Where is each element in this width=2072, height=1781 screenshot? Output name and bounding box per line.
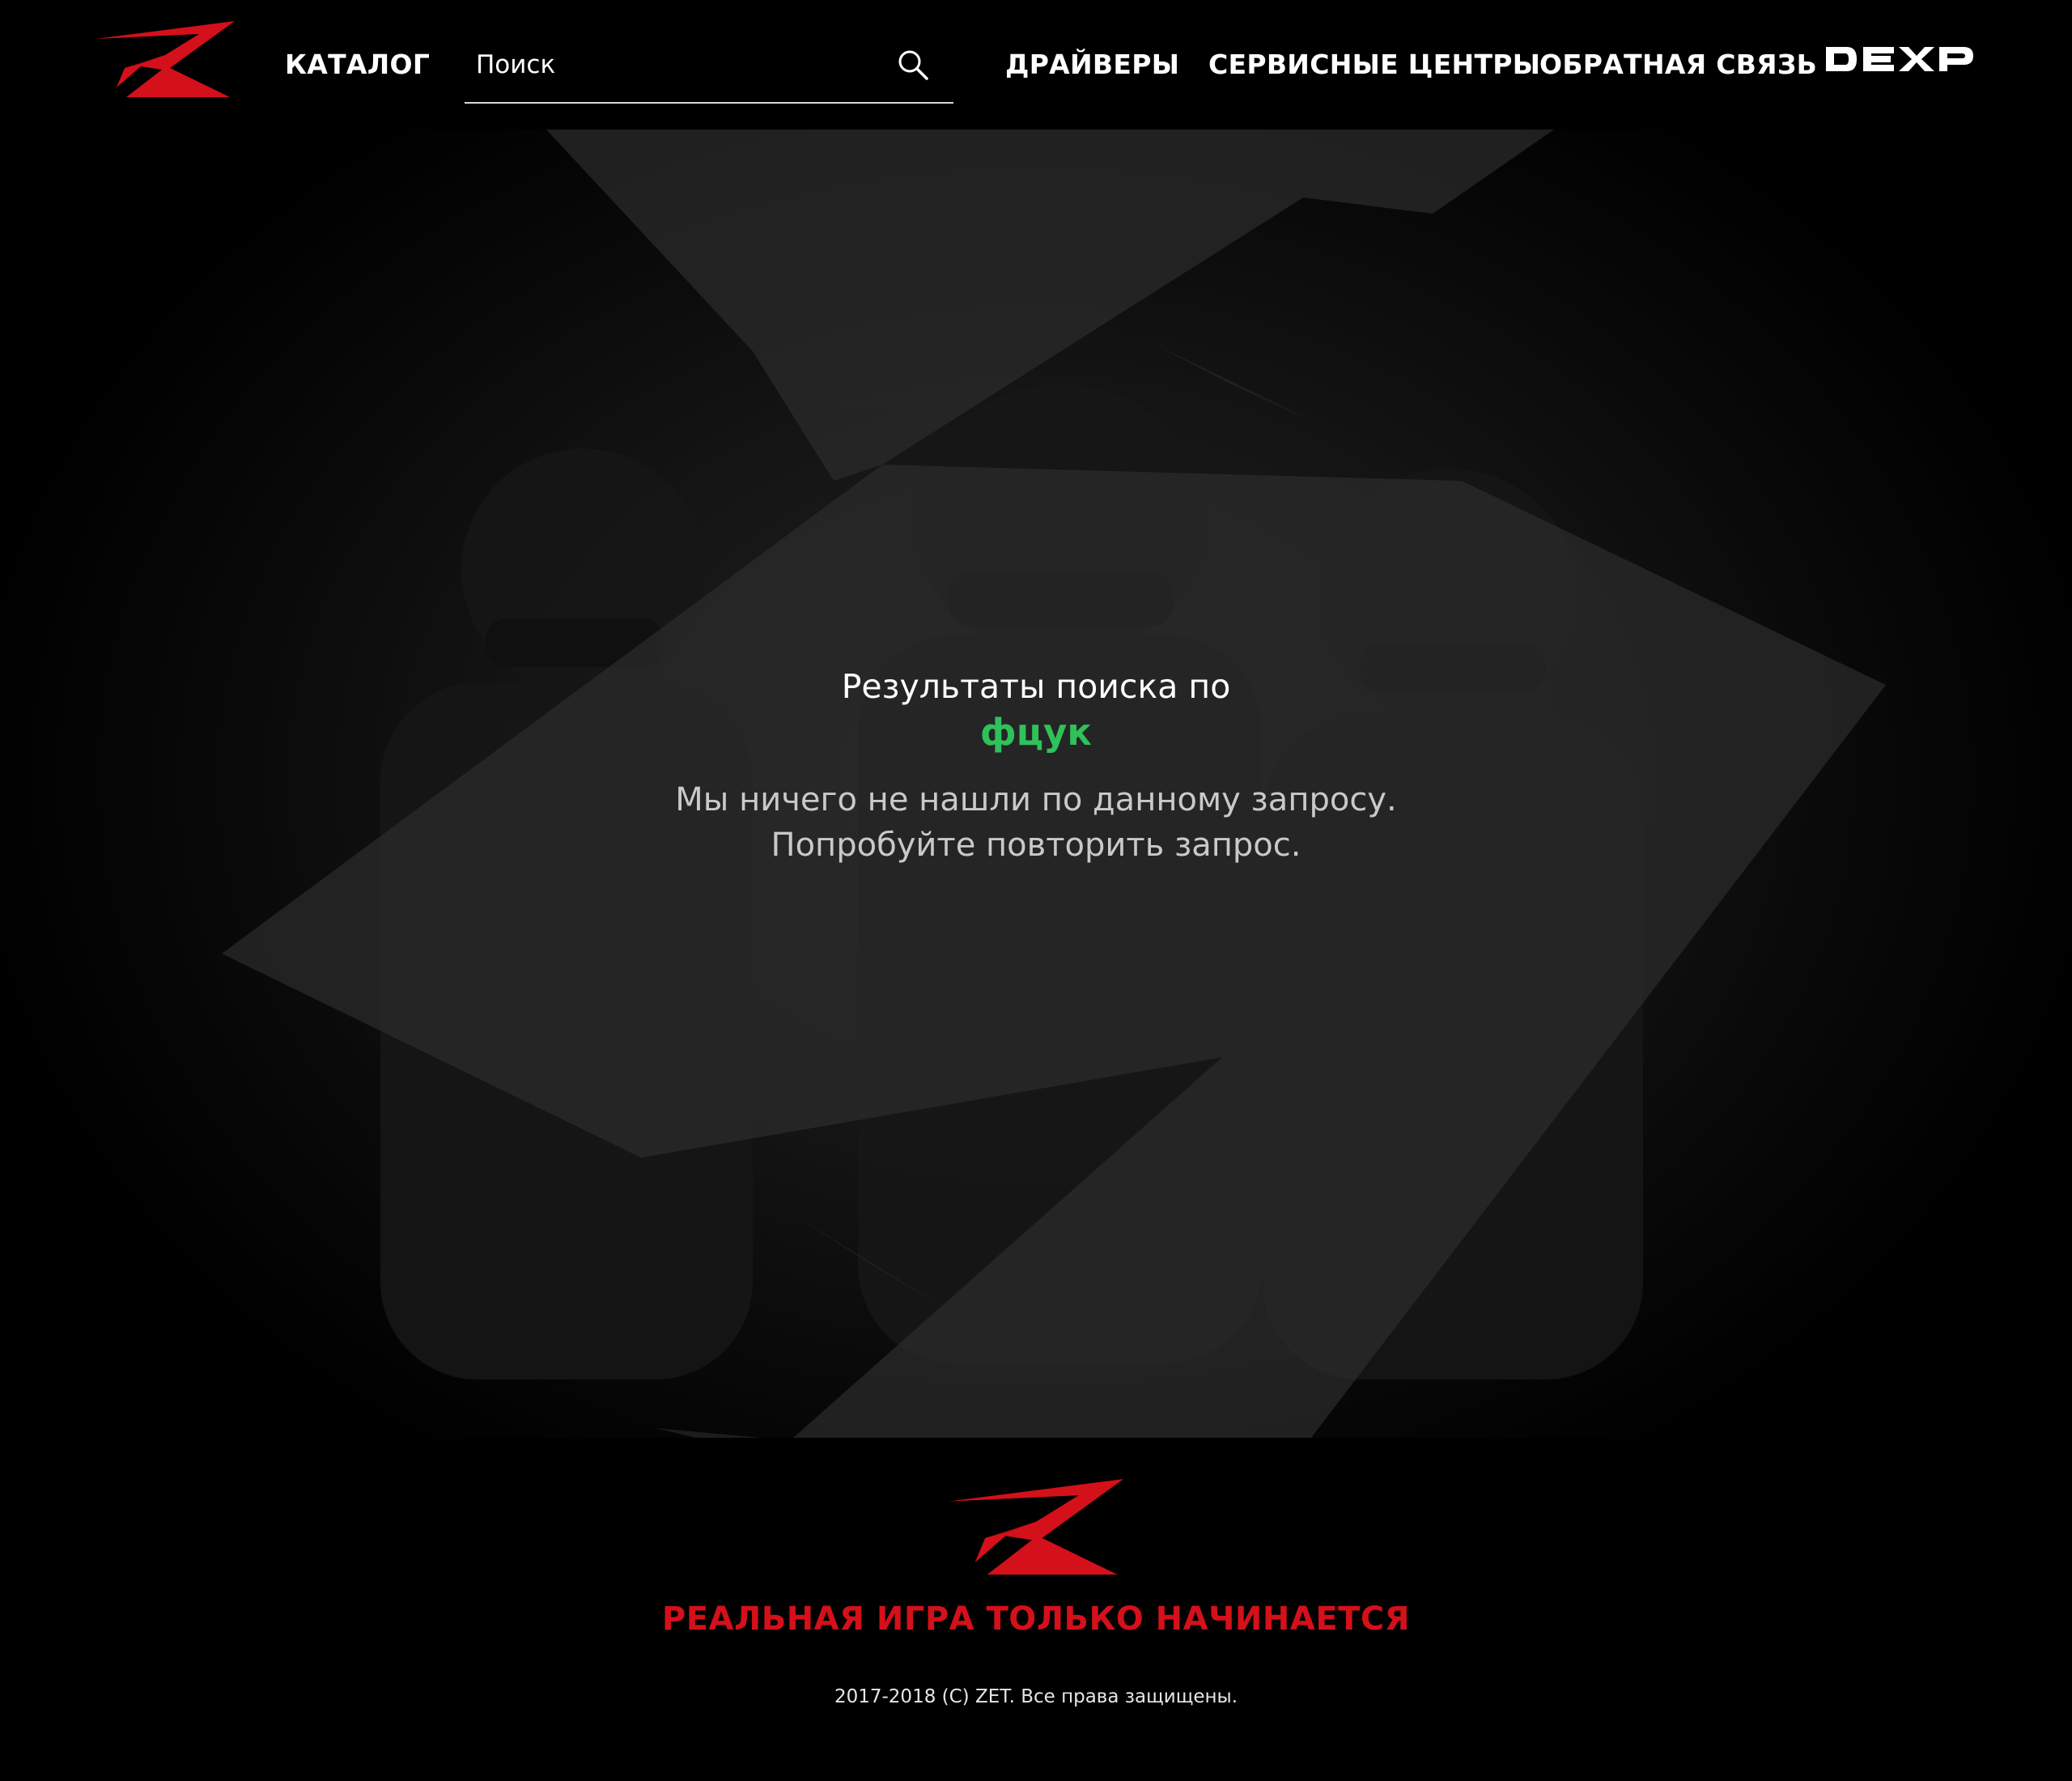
site-footer: РЕАЛЬНАЯ ИГРА ТОЛЬКО НАЧИНАЕТСЯ 2017-201…	[0, 1438, 2072, 1781]
retry-message: Попробуйте повторить запрос.	[771, 827, 1301, 864]
zet-footer-logo-icon[interactable]	[949, 1477, 1123, 1577]
dexp-brand-logo[interactable]	[1824, 45, 1975, 73]
footer-copyright: 2017-2018 (C) ZET. Все права защищены.	[834, 1686, 1238, 1707]
nav-service-centers[interactable]: СЕРВИСНЫЕ ЦЕНТРЫ	[1208, 49, 1540, 81]
nav-catalog[interactable]: КАТАЛОГ	[285, 49, 430, 81]
hero-section: Результаты поиска по фцук Мы ничего не н…	[0, 117, 2072, 1438]
site-header: КАТАЛОГ ДРАЙВЕРЫ СЕРВИСНЫЕ ЦЕНТРЫ ОБРАТН…	[0, 0, 2072, 130]
nav-feedback[interactable]: ОБРАТНАЯ СВЯЗЬ	[1539, 49, 1817, 81]
no-results-message: Мы ничего не нашли по данному запросу.	[675, 781, 1397, 818]
search-query: фцук	[980, 711, 1092, 754]
results-title: Результаты поиска по	[841, 667, 1231, 706]
zet-logo-icon[interactable]	[96, 21, 235, 97]
search-input[interactable]	[476, 49, 881, 81]
search-icon[interactable]	[897, 49, 929, 81]
footer-slogan: РЕАЛЬНАЯ ИГРА ТОЛЬКО НАЧИНАЕТСЯ	[661, 1600, 1411, 1638]
search-results: Результаты поиска по фцук Мы ничего не н…	[0, 664, 2072, 868]
nav-drivers[interactable]: ДРАЙВЕРЫ	[1005, 49, 1179, 81]
search-box	[465, 39, 953, 104]
